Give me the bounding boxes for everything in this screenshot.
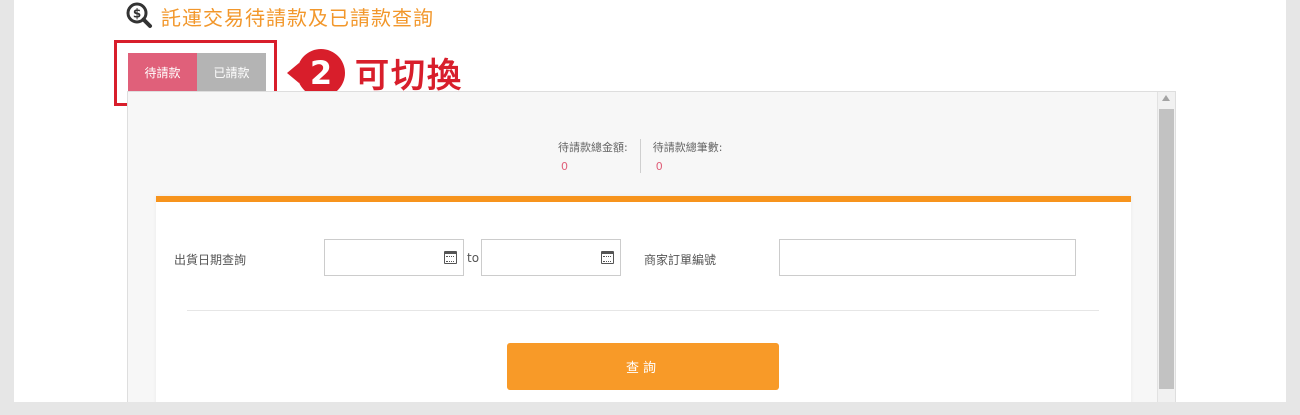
form-divider — [187, 310, 1099, 311]
tab-pending[interactable]: 待請款 — [128, 53, 197, 91]
page-title: 託運交易待請款及已請款查詢 — [161, 5, 434, 30]
query-button[interactable]: 查詢 — [507, 343, 779, 390]
vertical-scrollbar[interactable] — [1157, 92, 1175, 402]
total-amount-label: 待請款總金額: — [558, 141, 628, 154]
search-form-card: 出貨日期查詢 to 商家訂單編號 查詢 — [156, 196, 1131, 402]
total-count-value: 0 — [655, 160, 663, 173]
order-no-label: 商家訂單編號 — [644, 253, 717, 267]
svg-text:$: $ — [133, 7, 141, 21]
content-frame: 待請款總金額: 0 待請款總筆數: 0 出貨日期查詢 to 商家訂單編號 查詢 — [127, 91, 1176, 402]
total-count-label: 待請款總筆數: — [652, 141, 723, 154]
calendar-icon[interactable] — [601, 251, 614, 264]
search-dollar-icon: $ — [125, 1, 155, 31]
page-title-row: $ 託運交易待請款及已請款查詢 — [125, 0, 434, 32]
annotation-callout: 2 可切換 — [287, 48, 463, 97]
ship-date-label: 出貨日期查詢 — [174, 253, 247, 267]
scrollbar-thumb[interactable] — [1159, 109, 1174, 389]
date-to-input[interactable] — [481, 239, 621, 276]
to-label: to — [467, 251, 480, 265]
date-from-input[interactable] — [324, 239, 464, 276]
step-number-badge: 2 — [297, 48, 345, 97]
total-count-block: 待請款總筆數: 0 — [639, 139, 735, 173]
tab-paid[interactable]: 已請款 — [197, 53, 266, 91]
callout-text: 可切換 — [355, 56, 463, 96]
order-no-input[interactable] — [779, 239, 1076, 276]
total-amount-block: 待請款總金額: 0 — [546, 139, 640, 173]
summary-panel: 待請款總金額: 0 待請款總筆數: 0 — [546, 139, 734, 173]
calendar-icon[interactable] — [444, 251, 457, 264]
scroll-up-arrow-icon[interactable] — [1162, 95, 1170, 101]
total-amount-value: 0 — [561, 160, 568, 173]
